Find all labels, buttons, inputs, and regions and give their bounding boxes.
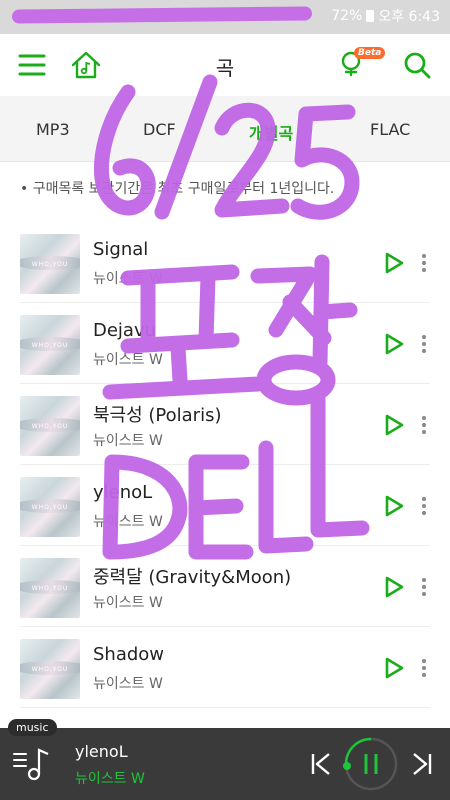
song-row[interactable]: WHO,YOU ylenoL 뉴이스트 W bbox=[20, 465, 430, 546]
song-title: ylenoL bbox=[93, 482, 153, 503]
song-artist: 뉴이스트 W bbox=[93, 271, 163, 287]
more-options-icon[interactable] bbox=[418, 252, 430, 274]
play-icon[interactable] bbox=[383, 495, 405, 517]
app-screen: 72% 오후 6:43 곡 Beta MP3 DCF 개별곡 FLAC • 구매… bbox=[0, 0, 450, 800]
play-icon[interactable] bbox=[383, 333, 405, 355]
previous-track-button[interactable] bbox=[309, 750, 333, 778]
play-icon[interactable] bbox=[383, 414, 405, 436]
top-app-bar: 곡 Beta bbox=[0, 34, 450, 96]
song-row[interactable]: WHO,YOU 중력달 (Gravity&Moon) 뉴이스트 W bbox=[20, 546, 430, 627]
song-title: Dejavu bbox=[93, 320, 157, 341]
battery-level: 72% bbox=[331, 8, 363, 24]
battery-icon bbox=[366, 10, 375, 22]
mini-player[interactable]: ylenoL 뉴이스트 W bbox=[0, 728, 450, 800]
song-artist: 뉴이스트 W bbox=[93, 433, 163, 449]
album-art: WHO,YOU bbox=[20, 315, 80, 375]
tab-individual-songs[interactable]: 개별곡 bbox=[249, 120, 293, 144]
more-options-icon[interactable] bbox=[418, 333, 430, 355]
more-options-icon[interactable] bbox=[418, 657, 430, 679]
pause-button[interactable] bbox=[343, 736, 399, 792]
play-icon[interactable] bbox=[383, 576, 405, 598]
song-row[interactable]: WHO,YOU Signal 뉴이스트 W bbox=[20, 222, 430, 303]
status-bar: 72% 오후 6:43 bbox=[0, 0, 450, 34]
status-right: 72% 오후 6:43 bbox=[331, 6, 440, 26]
retention-notice: • 구매목록 보관기간은 최초 구매일로부터 1년입니다. bbox=[20, 181, 335, 197]
song-title: 중력달 (Gravity&Moon) bbox=[93, 567, 292, 588]
redaction-scribble bbox=[11, 6, 313, 24]
tab-dcf[interactable]: DCF bbox=[143, 120, 176, 139]
format-tabs: MP3 DCF 개별곡 FLAC bbox=[0, 96, 450, 162]
clock: 오후 6:43 bbox=[378, 9, 440, 25]
now-playing-artist: 뉴이스트 W bbox=[75, 771, 145, 787]
song-row[interactable]: WHO,YOU Shadow 뉴이스트 W bbox=[20, 627, 430, 708]
album-art: WHO,YOU bbox=[20, 558, 80, 618]
play-icon[interactable] bbox=[383, 252, 405, 274]
now-playing-title: ylenoL bbox=[75, 742, 128, 761]
song-artist: 뉴이스트 W bbox=[93, 676, 163, 692]
voice-search-button[interactable]: Beta bbox=[338, 47, 386, 81]
album-art: WHO,YOU bbox=[20, 396, 80, 456]
more-options-icon[interactable] bbox=[418, 495, 430, 517]
album-art: WHO,YOU bbox=[20, 639, 80, 699]
song-row[interactable]: WHO,YOU Dejavu 뉴이스트 W bbox=[20, 303, 430, 384]
song-title: Shadow bbox=[93, 644, 165, 665]
playlist-icon[interactable] bbox=[12, 744, 52, 784]
song-title: Signal bbox=[93, 239, 149, 260]
song-title: 북극성 (Polaris) bbox=[93, 405, 222, 426]
song-row[interactable]: WHO,YOU 북극성 (Polaris) 뉴이스트 W bbox=[20, 384, 430, 465]
next-track-button[interactable] bbox=[410, 750, 434, 778]
more-options-icon[interactable] bbox=[418, 576, 430, 598]
tab-mp3[interactable]: MP3 bbox=[36, 120, 70, 139]
album-art: WHO,YOU bbox=[20, 234, 80, 294]
music-tag: music bbox=[8, 719, 57, 736]
more-options-icon[interactable] bbox=[418, 414, 430, 436]
search-icon[interactable] bbox=[401, 49, 433, 81]
song-artist: 뉴이스트 W bbox=[93, 514, 163, 530]
tab-flac[interactable]: FLAC bbox=[370, 120, 410, 139]
play-icon[interactable] bbox=[383, 657, 405, 679]
song-artist: 뉴이스트 W bbox=[93, 595, 163, 611]
song-artist: 뉴이스트 W bbox=[93, 352, 163, 368]
album-art: WHO,YOU bbox=[20, 477, 80, 537]
beta-badge: Beta bbox=[354, 47, 386, 59]
